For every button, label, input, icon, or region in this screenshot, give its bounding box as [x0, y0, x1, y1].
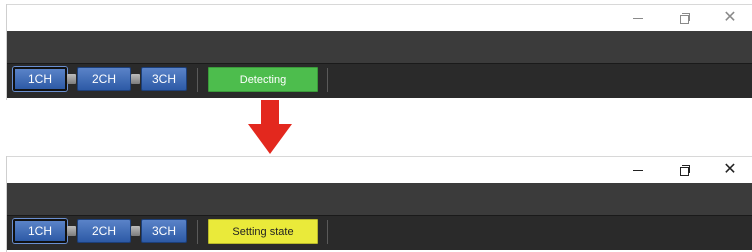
- arrow-down-icon: [248, 100, 292, 154]
- close-button[interactable]: ✕: [710, 5, 750, 31]
- channel-1-button[interactable]: 1CH: [13, 219, 67, 243]
- restore-button[interactable]: [664, 5, 704, 31]
- channel-connector: [67, 226, 76, 236]
- channel-toolbar: 1CH 2CH 3CH Detecting: [7, 63, 752, 98]
- status-indicator: Detecting: [208, 67, 318, 92]
- toolbar-separator: [327, 68, 328, 92]
- channel-connector: [131, 226, 140, 236]
- channel-toolbar: 1CH 2CH 3CH Setting state: [7, 215, 752, 250]
- title-bar: ✕: [7, 4, 752, 31]
- app-window-after: ✕ 1CH 2CH 3CH Setting state: [6, 156, 752, 252]
- channel-connector: [131, 74, 140, 84]
- restore-icon: [679, 164, 690, 176]
- header-band: [7, 31, 752, 63]
- header-band: [7, 183, 752, 215]
- close-icon: ✕: [723, 9, 737, 26]
- close-icon: ✕: [723, 161, 737, 178]
- channel-connector: [67, 74, 76, 84]
- minimize-button[interactable]: [618, 5, 658, 31]
- channel-3-button[interactable]: 3CH: [141, 219, 187, 243]
- close-button[interactable]: ✕: [710, 157, 750, 183]
- restore-button[interactable]: [664, 157, 704, 183]
- title-bar: ✕: [7, 156, 752, 183]
- channel-2-button[interactable]: 2CH: [77, 219, 131, 243]
- minimize-icon: [633, 17, 643, 19]
- channel-1-button[interactable]: 1CH: [13, 67, 67, 91]
- status-indicator: Setting state: [208, 219, 318, 244]
- toolbar-separator: [197, 68, 198, 92]
- channel-3-button[interactable]: 3CH: [141, 67, 187, 91]
- minimize-icon: [633, 169, 643, 171]
- restore-icon: [679, 12, 690, 24]
- minimize-button[interactable]: [618, 157, 658, 183]
- app-window-before: ✕ 1CH 2CH 3CH Detecting: [6, 4, 752, 100]
- channel-2-button[interactable]: 2CH: [77, 67, 131, 91]
- toolbar-separator: [327, 220, 328, 244]
- toolbar-separator: [197, 220, 198, 244]
